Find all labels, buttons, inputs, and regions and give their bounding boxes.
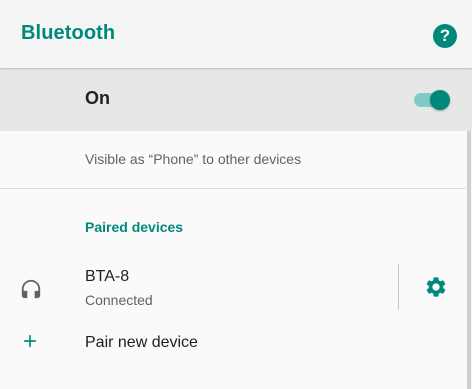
device-name: BTA-8 [85, 268, 130, 285]
plus-icon [24, 335, 36, 347]
gear-icon[interactable] [424, 275, 448, 299]
divider [0, 188, 466, 189]
pair-new-device-item[interactable]: Pair new device [0, 328, 466, 360]
pair-new-device-label: Pair new device [85, 334, 198, 351]
help-icon[interactable]: ? [433, 24, 457, 48]
page-title: Bluetooth [21, 22, 116, 44]
paired-devices-header: Paired devices [85, 219, 184, 235]
headset-icon [21, 279, 41, 299]
scrollbar[interactable] [467, 131, 471, 389]
bluetooth-toggle[interactable] [412, 90, 452, 110]
app-bar: Bluetooth ? [0, 0, 472, 68]
vertical-divider [398, 264, 399, 310]
bluetooth-master-switch-row[interactable]: On [0, 68, 472, 131]
master-switch-label: On [85, 88, 110, 108]
paired-device-item[interactable]: BTA-8 Connected [0, 258, 466, 320]
visibility-text: Visible as “Phone” to other devices [85, 151, 302, 167]
device-status: Connected [85, 292, 153, 308]
toggle-thumb [430, 90, 450, 110]
